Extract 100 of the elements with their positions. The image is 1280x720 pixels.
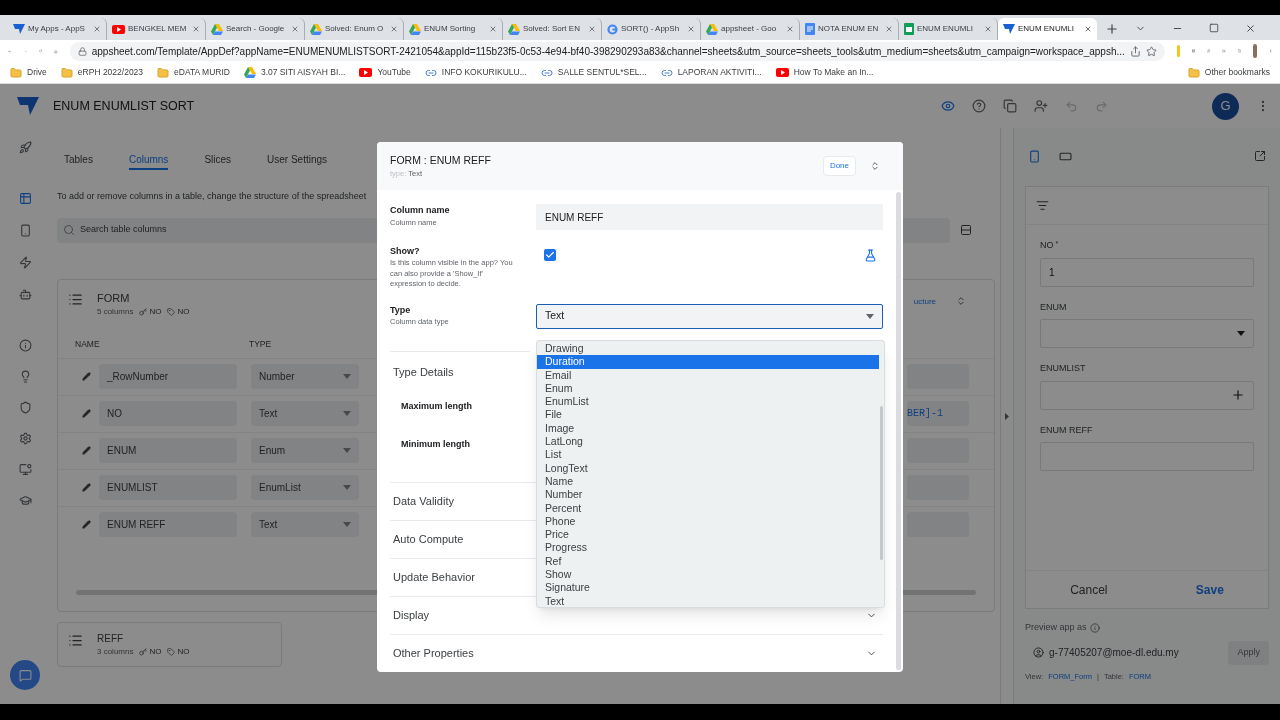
copy-icon[interactable]	[1003, 99, 1017, 113]
input-field[interactable]: 1	[1040, 257, 1254, 287]
dropdown-option[interactable]: List	[537, 448, 879, 462]
lightning-icon[interactable]	[18, 256, 32, 269]
dropdown-option[interactable]: Drawing	[537, 342, 879, 356]
user-avatar[interactable]: G	[1212, 92, 1239, 120]
bookmark-star-icon[interactable]	[1145, 45, 1157, 57]
dropdown-option[interactable]: Number	[537, 488, 879, 502]
close-icon[interactable]	[192, 25, 200, 33]
monitor-icon[interactable]	[18, 463, 32, 476]
edit-icon[interactable]	[82, 520, 91, 529]
section-header[interactable]: Other Properties	[390, 634, 883, 672]
nav-tab[interactable]: Slices	[204, 150, 232, 170]
close-icon[interactable]	[390, 25, 398, 33]
dropdown-option[interactable]: Progress	[537, 541, 879, 555]
close-icon[interactable]	[489, 25, 497, 33]
collapse-handle-icon[interactable]	[1005, 412, 1009, 420]
close-icon[interactable]	[1084, 25, 1092, 33]
type-select[interactable]: Number	[251, 364, 359, 389]
name-field[interactable]: NO	[99, 401, 237, 426]
show-checkbox[interactable]	[544, 248, 556, 261]
type-select[interactable]: Text	[536, 303, 883, 329]
add-icon[interactable]	[1231, 388, 1245, 402]
info-icon[interactable]	[18, 339, 32, 352]
bookmark[interactable]: eDATA MURID	[157, 66, 230, 79]
preview-icon[interactable]	[941, 99, 955, 113]
edit-icon[interactable]	[82, 409, 91, 418]
share-user-icon[interactable]	[1034, 99, 1048, 113]
type-select[interactable]: Text	[251, 401, 359, 426]
dropdown-option[interactable]: Image	[537, 421, 879, 436]
bookmark[interactable]: YouTube	[359, 66, 411, 79]
bookmark[interactable]: LAPORAN AKTIVITI...	[660, 66, 762, 79]
dropdown-option[interactable]: EnumList	[537, 395, 879, 409]
info-icon[interactable]	[1089, 622, 1100, 633]
close-icon[interactable]	[93, 25, 101, 33]
share-icon[interactable]	[1129, 45, 1141, 57]
select-field[interactable]	[1040, 319, 1254, 348]
close-icon[interactable]	[588, 25, 596, 33]
dropdown-option[interactable]: Show	[537, 568, 879, 582]
address-bar[interactable]: appsheet.com/Template/AppDef?appName=ENUMENUMLISTSORT-2421054&appId=115b23f5-0c53-4e94-bf40-398290293a83&channel=sheets&utm_source=sheets_tools&utm_medium=sheets&utm_campaign=workspace_appsh...	[69, 41, 1165, 61]
done-button[interactable]: Done	[822, 156, 856, 176]
cancel-button[interactable]: Cancel	[1070, 580, 1108, 599]
dropdown-option[interactable]: LatLong	[537, 435, 879, 449]
close-icon[interactable]	[1245, 23, 1256, 34]
help-icon[interactable]	[972, 99, 986, 113]
browser-tab[interactable]: ENUM ENUMLI	[998, 18, 1097, 40]
name-field[interactable]: _RowNumber	[99, 364, 237, 389]
new-tab-icon[interactable]	[1105, 22, 1119, 36]
name-field[interactable]: ENUM REFF	[99, 512, 237, 537]
dropdown-option[interactable]: Text	[537, 594, 879, 608]
dropdown-option[interactable]: Signature	[537, 581, 879, 595]
type-select[interactable]: Text	[251, 512, 359, 537]
dropdown-option[interactable]: Duration	[537, 355, 879, 369]
dropdown-option[interactable]: Email	[537, 368, 879, 382]
bookmark[interactable]: SALLE SENTUL*SEL...	[540, 66, 647, 79]
graduation-cap-icon[interactable]	[18, 494, 32, 507]
close-icon[interactable]	[786, 25, 794, 33]
rocket-icon[interactable]	[18, 141, 32, 154]
table-icon[interactable]	[18, 192, 32, 205]
bookmark[interactable]: eRPH 2022/2023	[60, 66, 144, 79]
name-field[interactable]: ENUM	[99, 438, 237, 463]
dropdown-option[interactable]: LongText	[537, 461, 879, 475]
dropdown-option[interactable]: Percent	[537, 501, 879, 515]
maximize-icon[interactable]	[1209, 23, 1219, 33]
name-field[interactable]: ENUMLIST	[99, 475, 237, 500]
sort-icon[interactable]	[956, 295, 966, 306]
expand-icon[interactable]	[870, 161, 880, 171]
type-select[interactable]: EnumList	[251, 475, 359, 500]
table-card[interactable]: REFF 3 columns NO NO	[57, 621, 282, 667]
dropdown-option[interactable]: Phone	[537, 514, 879, 529]
profile-avatar[interactable]	[1252, 44, 1257, 58]
nav-tab[interactable]: User Settings	[267, 150, 328, 170]
phone-icon[interactable]	[18, 224, 32, 237]
bookmark[interactable]: 3.07 SITI AISYAH BI...	[243, 66, 346, 79]
type-select[interactable]: Enum	[251, 438, 359, 463]
email-field[interactable]: g-77405207@moe-dl.edu.my	[1025, 640, 1223, 665]
close-icon[interactable]	[291, 25, 299, 33]
other-bookmarks[interactable]: Other bookmarks	[1187, 66, 1270, 79]
dropdown-option[interactable]: Ref	[537, 554, 879, 569]
column-name-field[interactable]: ENUM REFF	[536, 204, 883, 230]
close-icon[interactable]	[687, 25, 695, 33]
chat-button[interactable]	[10, 660, 40, 690]
dropdown-option[interactable]: Enum	[537, 381, 879, 396]
settings-icon[interactable]	[18, 432, 32, 445]
bookmark[interactable]: INFO KOKURIKULU...	[424, 66, 527, 79]
sort-icon[interactable]	[1036, 199, 1049, 212]
robot-icon[interactable]	[18, 288, 32, 301]
open-external-icon[interactable]	[1254, 150, 1266, 162]
layout-icon[interactable]	[960, 224, 972, 236]
edit-icon[interactable]	[82, 446, 91, 455]
edit-icon[interactable]	[82, 372, 91, 381]
dropdown-option[interactable]: Price	[537, 528, 879, 542]
bookmark[interactable]: How To Make an In...	[775, 66, 874, 79]
bookmark[interactable]: Drive	[10, 66, 47, 79]
close-icon[interactable]	[984, 25, 992, 33]
phone-icon[interactable]	[1028, 149, 1041, 163]
input-field[interactable]	[1040, 380, 1254, 410]
dropdown-option[interactable]: File	[537, 408, 879, 422]
edit-icon[interactable]	[82, 483, 91, 492]
shield-icon[interactable]	[18, 401, 32, 414]
